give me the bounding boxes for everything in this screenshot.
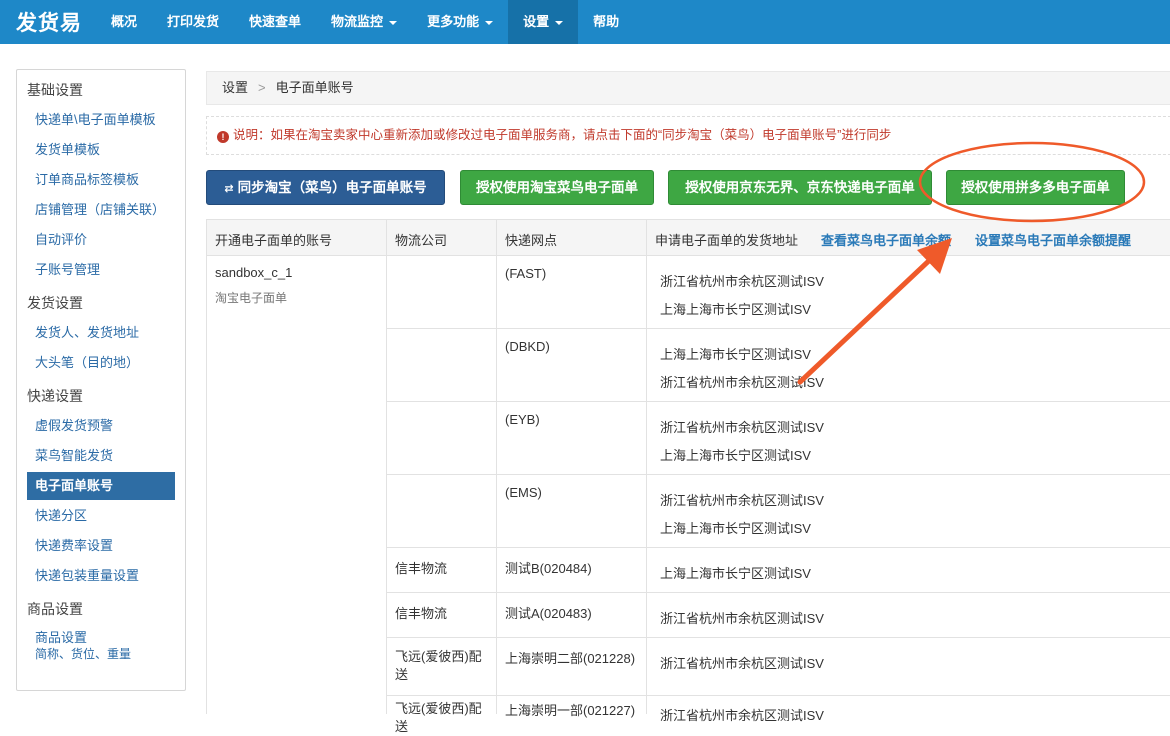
address-cell: 上海上海市长宁区测试ISV: [660, 302, 811, 317]
logistics-cell: 信丰物流: [395, 606, 448, 621]
branch-cell: 上海崇明一部(021227): [505, 703, 636, 718]
sidebar-item-invoice-template[interactable]: 发货单模板: [27, 136, 175, 164]
chevron-down-icon: [555, 21, 564, 25]
sidebar-item-goods-settings[interactable]: 商品设置 简称、货位、重量: [27, 626, 175, 666]
branch-cell: (DBKD): [505, 339, 550, 354]
nav-print-ship[interactable]: 打印发货: [152, 0, 234, 44]
column-divider: [386, 219, 387, 714]
main-nav: 概况 打印发货 快速查单 物流监控 更多功能 设置 帮助: [96, 0, 634, 44]
row-divider: [386, 474, 1170, 475]
address-cell: 浙江省杭州市余杭区测试ISV: [660, 420, 824, 435]
branch-cell: (EMS): [505, 485, 542, 500]
sidebar-item-express-rates[interactable]: 快递费率设置: [27, 532, 175, 560]
branch-cell: (EYB): [505, 412, 540, 427]
nav-quick-query[interactable]: 快速查单: [234, 0, 316, 44]
sidebar-item-cainiao-smart[interactable]: 菜鸟智能发货: [27, 442, 175, 470]
sync-taobao-account-button[interactable]: ⇄ 同步淘宝（菜鸟）电子面单账号: [206, 170, 445, 205]
nav-logistics-monitor[interactable]: 物流监控: [316, 0, 412, 44]
auth-taobao-cainiao-button[interactable]: 授权使用淘宝菜鸟电子面单: [460, 170, 654, 205]
breadcrumb: 设置 > 电子面单账号: [206, 71, 1170, 105]
nav-label: 帮助: [593, 14, 620, 29]
sync-icon: ⇄: [224, 183, 234, 195]
brand-logo[interactable]: 发货易: [16, 7, 82, 37]
row-divider: [386, 401, 1170, 402]
sidebar-item-sub-accounts[interactable]: 子账号管理: [27, 256, 175, 284]
sidebar-section-shipping: 发货设置: [27, 295, 83, 311]
chevron-down-icon: [485, 21, 494, 25]
breadcrumb-current: 电子面单账号: [275, 80, 354, 95]
sidebar-section-basic: 基础设置: [27, 82, 83, 98]
nav-label: 物流监控: [331, 14, 384, 29]
address-cell: 上海上海市长宁区测试ISV: [660, 566, 811, 581]
settings-sidebar: 基础设置 快递单\电子面单模板 发货单模板 订单商品标签模板 店铺管理（店铺关联…: [16, 69, 186, 691]
row-divider: [386, 328, 1170, 329]
logistics-cell: 飞远(爱彼西)配送: [395, 701, 482, 734]
nav-label: 概况: [111, 14, 138, 29]
address-cell: 上海上海市长宁区测试ISV: [660, 521, 811, 536]
branch-cell: (FAST): [505, 266, 547, 281]
top-nav-bar: 发货易 概况 打印发货 快速查单 物流监控 更多功能 设置 帮助: [0, 0, 1170, 44]
sidebar-item-sublabel: 简称、货位、重量: [35, 647, 132, 661]
nav-settings[interactable]: 设置: [508, 0, 579, 44]
account-name: sandbox_c_1: [215, 265, 293, 280]
sidebar-item-express-zones[interactable]: 快递分区: [27, 502, 175, 530]
row-divider: [386, 695, 1170, 696]
auth-jd-button[interactable]: 授权使用京东无界、京东快递电子面单: [668, 170, 932, 205]
column-header-account: 开通电子面单的账号: [215, 233, 333, 248]
breadcrumb-separator: >: [258, 80, 266, 95]
sidebar-item-label-template[interactable]: 订单商品标签模板: [27, 166, 175, 194]
logistics-cell: 信丰物流: [395, 561, 448, 576]
row-divider: [386, 637, 1170, 638]
address-cell: 浙江省杭州市余杭区测试ISV: [660, 375, 824, 390]
sidebar-item-fake-ship-alert[interactable]: 虚假发货预警: [27, 412, 175, 440]
nav-help[interactable]: 帮助: [578, 0, 634, 44]
chevron-down-icon: [389, 21, 398, 25]
address-cell: 浙江省杭州市余杭区测试ISV: [660, 493, 824, 508]
account-type: 淘宝电子面单: [215, 291, 288, 305]
sidebar-item-shop-management[interactable]: 店铺管理（店铺关联）: [27, 196, 175, 224]
sidebar-section-goods: 商品设置: [27, 601, 83, 617]
nav-label: 设置: [523, 14, 550, 29]
button-label: 同步淘宝（菜鸟）电子面单账号: [237, 180, 427, 195]
logistics-cell: 飞远(爱彼西)配送: [395, 649, 482, 682]
address-cell: 上海上海市长宁区测试ISV: [660, 347, 811, 362]
column-divider: [646, 219, 647, 714]
branch-cell: 测试B(020484): [505, 561, 592, 576]
nav-label: 打印发货: [167, 14, 220, 29]
address-cell: 浙江省杭州市余杭区测试ISV: [660, 274, 824, 289]
sidebar-item-ewaybill-account[interactable]: 电子面单账号: [27, 472, 175, 500]
sidebar-item-destination-code[interactable]: 大头笔（目的地）: [27, 349, 175, 377]
row-divider: [386, 592, 1170, 593]
nav-more-features[interactable]: 更多功能: [412, 0, 508, 44]
address-cell: 浙江省杭州市余杭区测试ISV: [660, 656, 824, 671]
address-cell: 浙江省杭州市余杭区测试ISV: [660, 611, 824, 626]
address-cell: 上海上海市长宁区测试ISV: [660, 448, 811, 463]
row-divider: [386, 547, 1170, 548]
column-divider: [496, 219, 497, 714]
column-header-address: 申请电子面单的发货地址: [655, 233, 799, 248]
column-header-logistics: 物流公司: [395, 233, 448, 248]
sidebar-section-express: 快递设置: [27, 388, 83, 404]
nav-label: 更多功能: [427, 14, 480, 29]
sync-notice: ! 说明：如果在淘宝卖家中心重新添加或修改过电子面单服务商，请点击下面的“同步淘宝…: [206, 116, 1170, 155]
branch-cell: 上海崇明二部(021228): [505, 651, 636, 666]
nav-label: 快速查单: [249, 14, 302, 29]
table-border: [206, 219, 207, 714]
info-icon: !: [217, 131, 229, 143]
set-balance-alert-link[interactable]: 设置菜鸟电子面单余额提醒: [975, 230, 1131, 249]
branch-cell: 测试A(020483): [505, 606, 592, 621]
auth-pinduoduo-button[interactable]: 授权使用拼多多电子面单: [946, 170, 1125, 205]
sidebar-item-auto-review[interactable]: 自动评价: [27, 226, 175, 254]
notice-text: 说明：如果在淘宝卖家中心重新添加或修改过电子面单服务商，请点击下面的“同步淘宝（…: [233, 128, 892, 142]
nav-overview[interactable]: 概况: [96, 0, 152, 44]
sidebar-item-sender-address[interactable]: 发货人、发货地址: [27, 319, 175, 347]
column-header-branch: 快递网点: [505, 233, 558, 248]
sidebar-item-package-weight[interactable]: 快递包装重量设置: [27, 562, 175, 590]
sidebar-item-waybill-template[interactable]: 快递单\电子面单模板: [27, 106, 175, 134]
sidebar-item-label: 商品设置: [35, 630, 88, 645]
breadcrumb-root[interactable]: 设置: [222, 80, 248, 95]
view-balance-link[interactable]: 查看菜鸟电子面单余额: [821, 230, 951, 249]
